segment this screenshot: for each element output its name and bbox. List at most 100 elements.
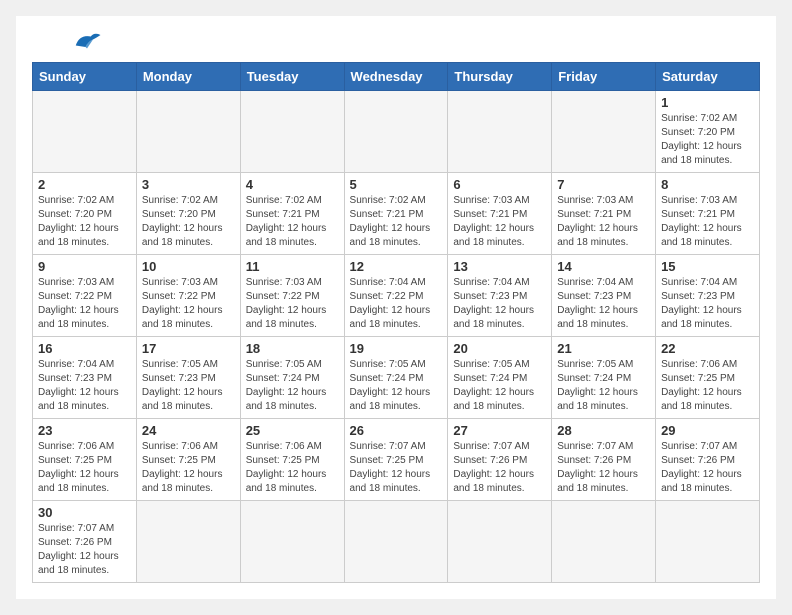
day-info: Sunrise: 7:04 AMSunset: 7:23 PMDaylight:… [661,276,754,332]
day-number: 17 [142,341,235,356]
day-info: Sunrise: 7:05 AMSunset: 7:24 PMDaylight:… [453,358,546,414]
day-info: Sunrise: 7:02 AMSunset: 7:20 PMDaylight:… [38,194,131,250]
day-number: 22 [661,341,754,356]
day-info: Sunrise: 7:03 AMSunset: 7:21 PMDaylight:… [557,194,650,250]
calendar-cell-29: 29Sunrise: 7:07 AMSunset: 7:26 PMDayligh… [656,419,760,501]
day-number: 10 [142,259,235,274]
calendar-cell-empty [344,501,448,583]
day-info: Sunrise: 7:06 AMSunset: 7:25 PMDaylight:… [661,358,754,414]
calendar-cell-1: 1 Sunrise: 7:02 AMSunset: 7:20 PMDaylight… [656,91,760,173]
calendar-cell-19: 19 Sunrise: 7:05 AMSunset: 7:24 PMDayligh… [344,337,448,419]
day-info: Sunrise: 7:03 AMSunset: 7:21 PMDaylight:… [453,194,546,250]
day-number: 25 [246,423,339,438]
calendar-cell-empty [136,91,240,173]
day-number: 30 [38,505,131,520]
calendar-cell-23: 23Sunrise: 7:06 AMSunset: 7:25 PMDayligh… [33,419,137,501]
calendar-cell-27: 27 Sunrise: 7:07 AMSunset: 7:26 PMDayligh… [448,419,552,501]
day-number: 13 [453,259,546,274]
day-number: 21 [557,341,650,356]
calendar-cell-empty [448,501,552,583]
day-number: 20 [453,341,546,356]
day-number: 27 [453,423,546,438]
weekday-header-tuesday: Tuesday [240,63,344,91]
day-number: 5 [350,177,443,192]
calendar-cell-14: 14 Sunrise: 7:04 AMSunset: 7:23 PMDayligh… [552,255,656,337]
calendar-cell-6: 6Sunrise: 7:03 AMSunset: 7:21 PMDaylight… [448,173,552,255]
day-info: Sunrise: 7:05 AMSunset: 7:24 PMDaylight:… [246,358,339,414]
day-number: 19 [350,341,443,356]
calendar-cell-12: 12Sunrise: 7:04 AMSunset: 7:22 PMDayligh… [344,255,448,337]
day-info: Sunrise: 7:02 AMSunset: 7:21 PMDaylight:… [350,194,443,250]
day-number: 1 [661,95,754,110]
calendar-cell-5: 5 Sunrise: 7:02 AMSunset: 7:21 PMDaylight… [344,173,448,255]
calendar-week-5: 23Sunrise: 7:06 AMSunset: 7:25 PMDayligh… [33,419,760,501]
day-number: 28 [557,423,650,438]
weekday-header-sunday: Sunday [33,63,137,91]
day-number: 2 [38,177,131,192]
weekday-header-saturday: Saturday [656,63,760,91]
day-info: Sunrise: 7:05 AMSunset: 7:24 PMDaylight:… [557,358,650,414]
calendar-table: SundayMondayTuesdayWednesdayThursdayFrid… [32,62,760,583]
calendar-cell-17: 17 Sunrise: 7:05 AMSunset: 7:23 PMDayligh… [136,337,240,419]
day-number: 3 [142,177,235,192]
day-info: Sunrise: 7:02 AMSunset: 7:20 PMDaylight:… [661,112,754,168]
calendar-cell-13: 13 Sunrise: 7:04 AMSunset: 7:23 PMDayligh… [448,255,552,337]
day-number: 15 [661,259,754,274]
day-info: Sunrise: 7:07 AMSunset: 7:26 PMDaylight:… [557,440,650,496]
day-info: Sunrise: 7:06 AMSunset: 7:25 PMDaylight:… [142,440,235,496]
day-info: Sunrise: 7:07 AMSunset: 7:25 PMDaylight:… [350,440,443,496]
day-info: Sunrise: 7:02 AMSunset: 7:21 PMDaylight:… [246,194,339,250]
calendar-cell-empty [552,501,656,583]
day-info: Sunrise: 7:03 AMSunset: 7:22 PMDaylight:… [38,276,131,332]
day-number: 14 [557,259,650,274]
weekday-header-monday: Monday [136,63,240,91]
day-info: Sunrise: 7:07 AMSunset: 7:26 PMDaylight:… [453,440,546,496]
calendar-cell-empty [344,91,448,173]
header-area [32,32,760,52]
day-info: Sunrise: 7:02 AMSunset: 7:20 PMDaylight:… [142,194,235,250]
day-number: 12 [350,259,443,274]
day-info: Sunrise: 7:05 AMSunset: 7:24 PMDaylight:… [350,358,443,414]
calendar-cell-10: 10 Sunrise: 7:03 AMSunset: 7:22 PMDayligh… [136,255,240,337]
day-number: 11 [246,259,339,274]
day-number: 24 [142,423,235,438]
calendar-cell-15: 15 Sunrise: 7:04 AMSunset: 7:23 PMDayligh… [656,255,760,337]
day-info: Sunrise: 7:07 AMSunset: 7:26 PMDaylight:… [38,522,131,578]
day-info: Sunrise: 7:05 AMSunset: 7:23 PMDaylight:… [142,358,235,414]
calendar-cell-3: 3 Sunrise: 7:02 AMSunset: 7:20 PMDaylight… [136,173,240,255]
calendar-cell-18: 18 Sunrise: 7:05 AMSunset: 7:24 PMDayligh… [240,337,344,419]
day-info: Sunrise: 7:04 AMSunset: 7:23 PMDaylight:… [453,276,546,332]
weekday-header-row: SundayMondayTuesdayWednesdayThursdayFrid… [33,63,760,91]
calendar-cell-24: 24 Sunrise: 7:06 AMSunset: 7:25 PMDayligh… [136,419,240,501]
calendar-cell-empty [448,91,552,173]
calendar-cell-empty [656,501,760,583]
calendar-cell-26: 26Sunrise: 7:07 AMSunset: 7:25 PMDayligh… [344,419,448,501]
calendar-cell-empty [240,501,344,583]
day-number: 18 [246,341,339,356]
calendar-cell-16: 16Sunrise: 7:04 AMSunset: 7:23 PMDayligh… [33,337,137,419]
calendar-cell-empty [136,501,240,583]
day-info: Sunrise: 7:06 AMSunset: 7:25 PMDaylight:… [246,440,339,496]
calendar-week-4: 16Sunrise: 7:04 AMSunset: 7:23 PMDayligh… [33,337,760,419]
day-info: Sunrise: 7:04 AMSunset: 7:23 PMDaylight:… [557,276,650,332]
day-number: 8 [661,177,754,192]
calendar-cell-25: 25 Sunrise: 7:06 AMSunset: 7:25 PMDayligh… [240,419,344,501]
page: SundayMondayTuesdayWednesdayThursdayFrid… [16,16,776,599]
day-number: 7 [557,177,650,192]
calendar-cell-20: 20 Sunrise: 7:05 AMSunset: 7:24 PMDayligh… [448,337,552,419]
day-number: 4 [246,177,339,192]
calendar-cell-4: 4 Sunrise: 7:02 AMSunset: 7:21 PMDaylight… [240,173,344,255]
calendar-cell-11: 11 Sunrise: 7:03 AMSunset: 7:22 PMDayligh… [240,255,344,337]
day-info: Sunrise: 7:04 AMSunset: 7:23 PMDaylight:… [38,358,131,414]
calendar-cell-30: 30 Sunrise: 7:07 AMSunset: 7:26 PMDayligh… [33,501,137,583]
calendar-cell-9: 9 Sunrise: 7:03 AMSunset: 7:22 PMDaylight… [33,255,137,337]
day-number: 9 [38,259,131,274]
day-info: Sunrise: 7:03 AMSunset: 7:21 PMDaylight:… [661,194,754,250]
day-number: 29 [661,423,754,438]
logo-area [32,32,102,52]
calendar-cell-7: 7 Sunrise: 7:03 AMSunset: 7:21 PMDaylight… [552,173,656,255]
day-info: Sunrise: 7:03 AMSunset: 7:22 PMDaylight:… [246,276,339,332]
weekday-header-friday: Friday [552,63,656,91]
day-info: Sunrise: 7:03 AMSunset: 7:22 PMDaylight:… [142,276,235,332]
calendar-cell-empty [240,91,344,173]
